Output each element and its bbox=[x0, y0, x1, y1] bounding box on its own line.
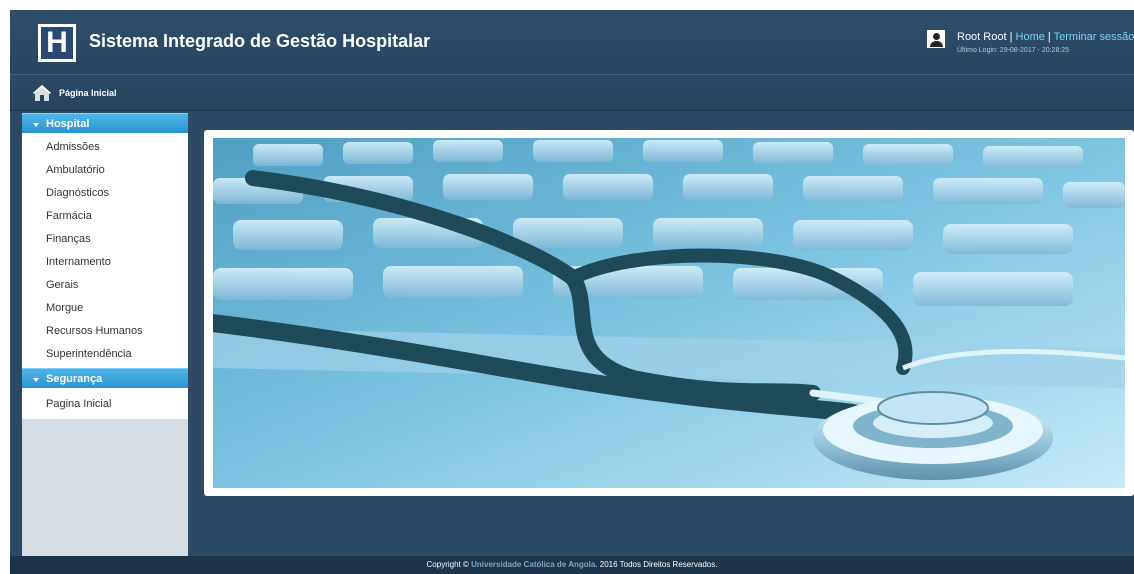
user-avatar-icon bbox=[927, 30, 945, 48]
sidebar-item-morgue[interactable]: Morgue bbox=[22, 297, 188, 320]
home-icon[interactable] bbox=[32, 84, 52, 102]
sidebar-item-superintendencia[interactable]: Superintendência bbox=[22, 343, 188, 366]
sidebar: Hospital Admissões Ambulatório Diagnósti… bbox=[22, 113, 188, 556]
logo-letter: H bbox=[46, 26, 68, 59]
sidebar-section-seguranca[interactable]: Segurança bbox=[22, 368, 188, 388]
sidebar-item-farmacia[interactable]: Farmácia bbox=[22, 205, 188, 228]
app-title: Sistema Integrado de Gestão Hospitalar bbox=[89, 31, 431, 51]
sidebar-item-ambulatorio[interactable]: Ambulatório bbox=[22, 159, 188, 182]
logout-link[interactable]: Terminar sessão bbox=[1054, 31, 1134, 43]
header-bar: H Sistema Integrado de Gestão Hospitalar… bbox=[10, 10, 1134, 75]
user-name: Root Root bbox=[957, 31, 1007, 43]
sidebar-item-admissoes[interactable]: Admissões bbox=[22, 136, 188, 159]
separator: | bbox=[1047, 31, 1051, 43]
footer: Copyright © Universidade Católica de Ang… bbox=[10, 556, 1134, 574]
sidebar-item-financas[interactable]: Finanças bbox=[22, 228, 188, 251]
breadcrumb-bar: Página Inicial bbox=[10, 76, 1134, 111]
app-frame: H Sistema Integrado de Gestão Hospitalar… bbox=[10, 10, 1134, 574]
last-login: Último Login: 29-08-2017 - 20:28:25 bbox=[957, 47, 1070, 54]
footer-rights: 2016 Todos Direitos Reservados. bbox=[599, 560, 718, 569]
separator: | bbox=[1009, 31, 1013, 43]
sidebar-item-internamento[interactable]: Internamento bbox=[22, 251, 188, 274]
footer-copyright: Copyright © bbox=[426, 560, 469, 569]
sidebar-menu-hospital: Admissões Ambulatório Diagnósticos Farmá… bbox=[22, 133, 188, 368]
chevron-down-icon bbox=[33, 378, 39, 382]
sidebar-section-hospital[interactable]: Hospital bbox=[22, 113, 188, 133]
home-link[interactable]: Home bbox=[1016, 31, 1045, 43]
user-info: Root Root | Home | Terminar sessão bbox=[957, 31, 1134, 43]
sidebar-menu-seguranca: Pagina Inicial bbox=[22, 388, 188, 419]
sidebar-item-pagina-inicial[interactable]: Pagina Inicial bbox=[22, 393, 188, 416]
sidebar-section-title: Hospital bbox=[46, 118, 90, 130]
hospital-logo: H bbox=[38, 24, 76, 62]
content-panel bbox=[204, 130, 1134, 496]
stethoscope-keyboard-image bbox=[213, 138, 1125, 488]
sidebar-item-gerais[interactable]: Gerais bbox=[22, 274, 188, 297]
footer-organization-link[interactable]: Universidade Católica de Angola. bbox=[471, 560, 597, 569]
sidebar-item-diagnosticos[interactable]: Diagnósticos bbox=[22, 182, 188, 205]
breadcrumb-home[interactable]: Página Inicial bbox=[59, 88, 117, 98]
chevron-down-icon bbox=[33, 123, 39, 127]
sidebar-section-title: Segurança bbox=[46, 373, 103, 385]
sidebar-item-recursos-humanos[interactable]: Recursos Humanos bbox=[22, 320, 188, 343]
